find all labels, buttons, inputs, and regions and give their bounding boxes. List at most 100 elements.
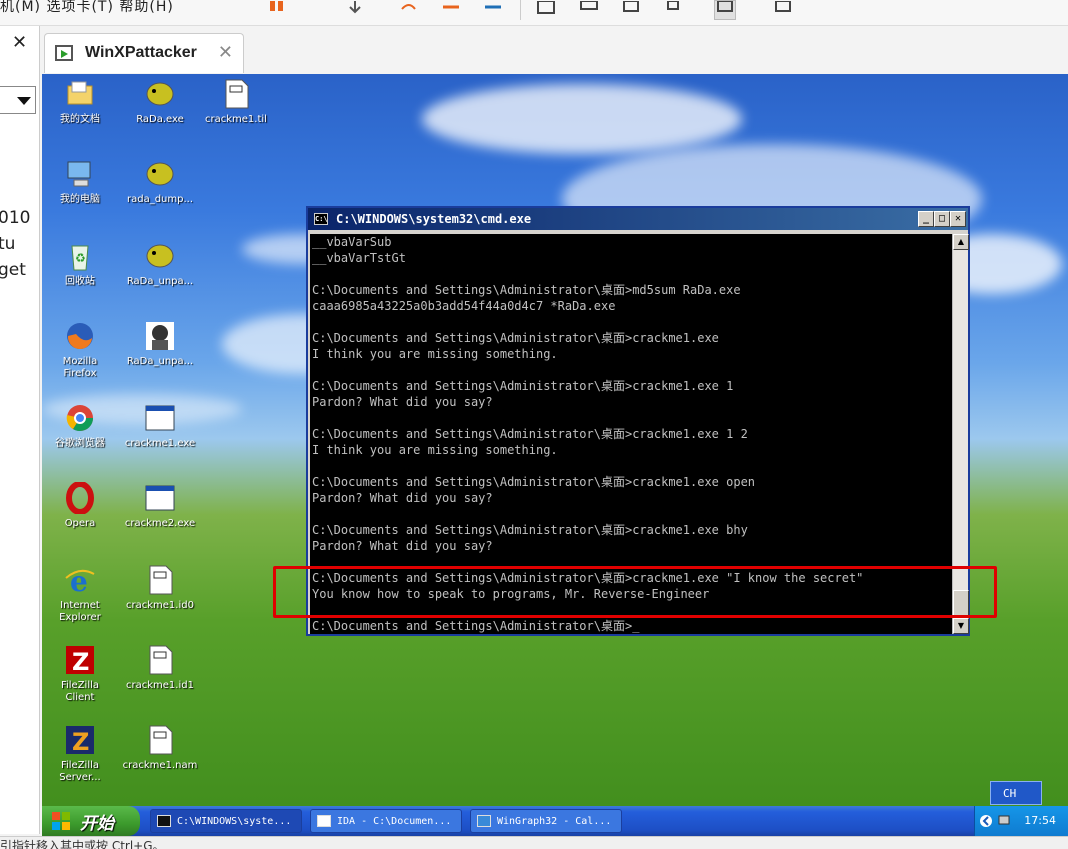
snapshot-manager-button[interactable] xyxy=(482,0,504,20)
chevron-down-icon xyxy=(17,97,31,105)
view-button-2[interactable] xyxy=(578,0,600,20)
cmd-icon: C:\ xyxy=(314,213,328,225)
desktop-icon-firefox[interactable]: Mozilla Firefox xyxy=(42,320,120,380)
clock[interactable]: 17:54 xyxy=(1024,814,1056,827)
clipped-text: 010 xyxy=(0,208,31,228)
maximize-button[interactable]: □ xyxy=(934,211,950,227)
desktop-icon-rada-unpacked[interactable]: RaDa_unpa... xyxy=(120,240,200,288)
close-button[interactable]: ✕ xyxy=(950,211,966,227)
clipped-text: tu xyxy=(0,234,16,254)
desktop-icon-label: FileZilla Server... xyxy=(59,760,101,783)
ida-icon xyxy=(317,815,331,827)
file-icon xyxy=(144,644,176,676)
screen: 机(M) 选项卡(T) 帮助(H) ✕ 010 tu get WinXPatta… xyxy=(0,0,1068,849)
desktop-icon-crackme1-til[interactable]: crackme1.til xyxy=(196,78,276,126)
arrow-left-icon xyxy=(443,5,459,9)
desktop-icon-crackme2-exe[interactable]: crackme2.exe xyxy=(120,482,200,530)
console-line: Pardon? What did you say? xyxy=(312,395,493,409)
desktop-icon-crackme1-exe[interactable]: crackme1.exe xyxy=(120,402,200,450)
pause-icon xyxy=(270,1,283,11)
console-line: caaa6985a43225a0b3add54f44a0d4c7 *RaDa.e… xyxy=(312,299,616,313)
status-text: 引指针移入其中或按 Ctrl+G。 xyxy=(0,839,165,849)
my-computer-icon xyxy=(64,158,96,190)
file-icon xyxy=(220,78,252,110)
download-button[interactable] xyxy=(344,0,366,20)
cmd-icon xyxy=(157,815,171,827)
desktop-icon-rada-dump[interactable]: rada_dump... xyxy=(120,158,200,206)
pause-button[interactable] xyxy=(266,0,288,20)
console-line: C:\Documents and Settings\Administrator\… xyxy=(312,331,719,345)
desktop-icon-label: crackme2.exe xyxy=(124,518,196,529)
desktop-icon-chrome[interactable]: 谷歌浏览器 xyxy=(42,402,120,450)
desktop-icon-rada-unpacked-idb[interactable]: RaDa_unpa... xyxy=(120,320,200,368)
start-button[interactable]: 开始 xyxy=(42,806,140,836)
window-app-icon xyxy=(144,482,176,514)
ida-portrait-icon xyxy=(144,320,176,352)
file-icon xyxy=(144,564,176,596)
desktop-icon-rada-exe[interactable]: RaDa.exe xyxy=(120,78,200,126)
cmd-title-bar[interactable]: C:\ C:\WINDOWS\system32\cmd.exe _ □ ✕ xyxy=(308,208,968,230)
console-view-button[interactable] xyxy=(714,0,736,20)
desktop-icon-label: RaDa_unpa... xyxy=(126,356,194,367)
scroll-down-icon[interactable]: ▼ xyxy=(953,618,969,634)
opera-icon xyxy=(64,481,96,515)
svg-text:Z: Z xyxy=(72,648,89,676)
snapshot-back-button[interactable] xyxy=(440,0,462,20)
language-bar[interactable]: CH xyxy=(990,781,1042,805)
desktop-icon-filezilla-server[interactable]: Z FileZilla Server... xyxy=(42,724,120,784)
close-icon[interactable]: ✕ xyxy=(218,42,233,63)
minimize-button[interactable]: _ xyxy=(918,211,934,227)
desktop-icon-my-computer[interactable]: 我的电脑 xyxy=(42,158,120,206)
filezilla-icon: Z xyxy=(64,644,96,676)
desktop-icon-crackme1-nam[interactable]: crackme1.nam xyxy=(120,724,200,772)
host-menu[interactable]: 机(M) 选项卡(T) 帮助(H) xyxy=(0,0,174,16)
desktop-icon-label: crackme1.til xyxy=(205,114,267,125)
desktop-icon-label: crackme1.exe xyxy=(124,438,196,449)
library-dropdown[interactable] xyxy=(0,86,36,114)
my-documents-icon xyxy=(64,78,96,110)
console-line: Pardon? What did you say? xyxy=(312,539,493,553)
taskbar-item-ida[interactable]: IDA - C:\Documen... xyxy=(310,809,462,833)
console-line: C:\Documents and Settings\Administrator\… xyxy=(312,523,748,537)
stretch-button[interactable] xyxy=(772,0,794,20)
desktop-icon-label: 我的电脑 xyxy=(60,194,100,205)
chevron-left-icon xyxy=(980,815,992,827)
highlight-box xyxy=(273,566,997,618)
window-app-icon xyxy=(144,402,176,434)
task-label: IDA - C:\Documen... xyxy=(337,816,452,827)
console-line: I think you are missing something. xyxy=(312,347,558,361)
scroll-up-icon[interactable]: ▲ xyxy=(953,234,969,250)
taskbar-item-wingraph[interactable]: WinGraph32 - Cal... xyxy=(470,809,622,833)
console-line: C:\Documents and Settings\Administrator\… xyxy=(312,283,741,297)
desktop-icon-recycle-bin[interactable]: ♻ 回收站 xyxy=(42,240,120,288)
close-icon[interactable]: ✕ xyxy=(12,32,27,53)
taskbar-item-cmd[interactable]: C:\WINDOWS\syste... xyxy=(150,809,302,833)
console-icon xyxy=(717,1,733,12)
desktop-icon-crackme1-id1[interactable]: crackme1.id1 xyxy=(120,644,200,692)
svg-text:♻: ♻ xyxy=(75,251,86,265)
task-label: C:\WINDOWS\syste... xyxy=(177,816,292,827)
revert-button[interactable] xyxy=(398,0,420,20)
firefox-icon xyxy=(64,320,96,352)
desktop-icon-label: RaDa.exe xyxy=(136,114,184,125)
view-button-3[interactable] xyxy=(620,0,642,20)
desktop-icon-crackme1-id0[interactable]: crackme1.id0 xyxy=(120,564,200,612)
desktop-icon-ie[interactable]: e Internet Explorer xyxy=(42,564,120,624)
desktop-icon-label: crackme1.id1 xyxy=(126,680,194,691)
desktop-icon-filezilla-client[interactable]: Z FileZilla Client xyxy=(42,644,120,704)
desktop-icon-my-documents[interactable]: 我的文档 xyxy=(42,78,120,126)
desktop-icon-label: crackme1.id0 xyxy=(126,600,194,611)
cmd-title: C:\WINDOWS\system32\cmd.exe xyxy=(336,212,532,226)
chrome-icon xyxy=(64,402,96,434)
view-button-4[interactable] xyxy=(664,0,686,20)
file-icon xyxy=(144,724,176,756)
vm-tab[interactable]: WinXPattacker ✕ xyxy=(44,33,244,73)
console-line: C:\Documents and Settings\Administrator\… xyxy=(312,379,734,393)
console-line: C:\Documents and Settings\Administrator\… xyxy=(312,619,640,633)
view-button-1[interactable] xyxy=(535,0,557,20)
desktop-icon-label: Mozilla Firefox xyxy=(62,356,98,379)
desktop-icon-opera[interactable]: Opera xyxy=(42,481,120,530)
